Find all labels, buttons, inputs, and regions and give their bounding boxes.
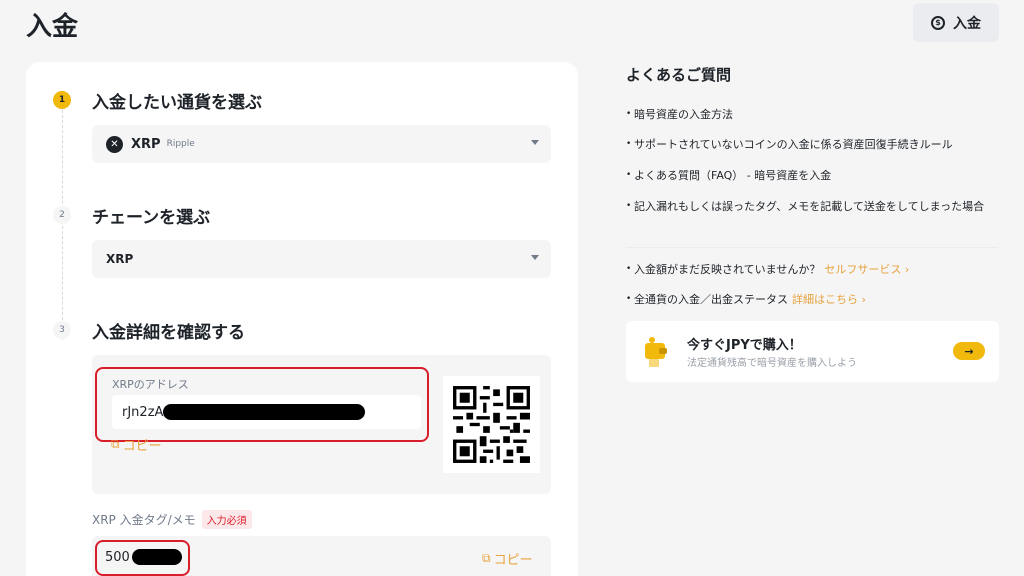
step-3-title: 入金詳細を確認する	[92, 323, 245, 343]
memo-tag-copy-label: コピー	[493, 553, 533, 568]
xrp-logo-icon: ✕	[106, 135, 123, 153]
faq-item[interactable]: よくある質問（FAQ） - 暗号資産を入金	[626, 167, 996, 184]
faq-item[interactable]: 暗号資産の入金方法	[626, 106, 996, 123]
coin-symbol: XRP	[131, 136, 161, 152]
status-details-link[interactable]: 詳細はこちら ›	[792, 293, 866, 306]
copy-icon: ⧉	[482, 551, 491, 565]
address-qr-code	[443, 376, 540, 473]
promo-subtitle: 法定通貨残高で暗号資産を購入しよう	[687, 358, 857, 369]
qr-code-icon	[443, 376, 540, 473]
caret-down-icon	[531, 140, 539, 145]
coin-name: Ripple	[166, 139, 195, 149]
memo-tag-copy-button[interactable]: ⧉ コピー	[482, 549, 533, 568]
faq-extra-text: 全通貨の入金／出金ステータス	[634, 293, 788, 306]
faq-extra-text: 入金額がまだ反映されていませんか？	[634, 263, 821, 276]
deposit-button-label: 入金	[953, 15, 981, 32]
step-2-number: 2	[53, 206, 71, 224]
wallet-icon	[645, 337, 667, 367]
caret-down-icon	[531, 255, 539, 260]
faq-extra-item: 全通貨の入金／出金ステータス詳細はこちら ›	[626, 291, 996, 308]
address-copy-button[interactable]: ⧉ コピー	[111, 435, 162, 454]
memo-tag-highlight-box	[95, 540, 190, 576]
self-service-link[interactable]: セルフサービス ›	[824, 263, 909, 276]
memo-tag-label-row: XRP 入金タグ/メモ 入力必須	[92, 510, 252, 529]
faq-extra-item: 入金額がまだ反映されていませんか？セルフサービス ›	[626, 261, 996, 278]
coin-select[interactable]: ✕ XRP Ripple	[92, 125, 551, 163]
step-1-number: 1	[53, 91, 71, 109]
faq-divider	[626, 247, 998, 248]
page-title: 入金	[26, 12, 79, 42]
step-2-title: チェーンを選ぶ	[92, 208, 211, 228]
faq-item[interactable]: サポートされていないコインの入金に係る資産回復手続きルール	[626, 136, 996, 153]
address-copy-label: コピー	[122, 439, 162, 454]
required-badge: 入力必須	[201, 510, 252, 529]
promo-title: 今すぐJPYで購入！	[687, 338, 802, 353]
copy-icon: ⧉	[111, 437, 120, 451]
step-3-number: 3	[53, 321, 71, 339]
arrow-right-icon[interactable]: →	[953, 342, 985, 360]
chain-select[interactable]: XRP	[92, 240, 551, 278]
faq-item[interactable]: 記入漏れもしくは誤ったタグ、メモを記載して送金をしてしまった場合	[626, 198, 996, 215]
memo-tag-label: XRP 入金タグ/メモ	[92, 513, 196, 527]
step-timeline	[62, 110, 63, 340]
step-1-title: 入金したい通貨を選ぶ	[92, 93, 262, 113]
chain-value: XRP	[106, 252, 134, 266]
deposit-button[interactable]: $ 入金	[913, 3, 999, 42]
coin-icon: $	[931, 15, 945, 30]
faq-title: よくあるご質問	[626, 66, 732, 84]
buy-jpy-promo[interactable]: 今すぐJPYで購入！ 法定通貨残高で暗号資産を購入しよう →	[626, 321, 999, 382]
address-highlight-box	[95, 367, 429, 442]
